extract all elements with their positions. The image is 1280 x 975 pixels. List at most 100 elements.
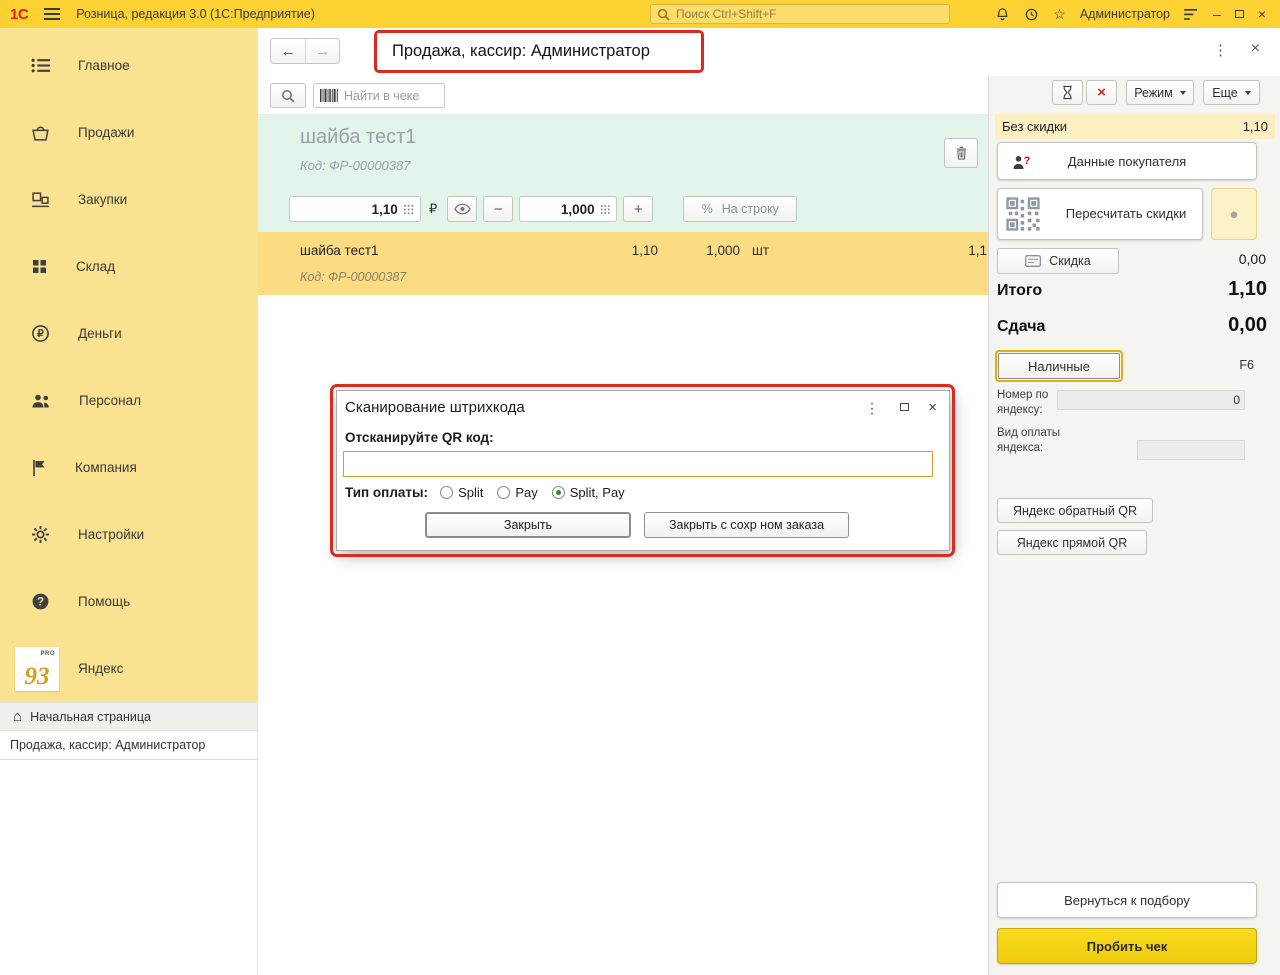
dialog-kebab-icon[interactable]: ⋮ [865,400,879,417]
find-in-receipt-input[interactable] [344,89,438,103]
home-page-tab[interactable]: ⌂ Начальная страница [0,702,257,731]
sidebar-item-yandex[interactable]: 93 PRO Яндекс [0,635,257,702]
yandex-number-input[interactable] [1057,390,1245,410]
sidebar-item-company[interactable]: Компания [0,434,257,501]
section-sidebar: Главное Продажи Закупки Склад ₽ Деньги П… [0,28,258,975]
cash-button-focus-ring: Наличные [995,350,1123,382]
change-value: 0,00 [1228,314,1267,337]
close-icon[interactable]: × [1258,7,1266,21]
main-section-icon [31,58,50,73]
payment-type-row: Тип оплаты: Split Pay Split, Pay [345,485,639,500]
notifications-bell-icon[interactable] [995,7,1010,22]
quantity-input[interactable] [526,202,594,217]
qr-code-input[interactable] [343,451,933,477]
quantity-field[interactable] [519,196,617,222]
total-label: Итого [997,282,1042,300]
form-close-icon[interactable]: × [1251,40,1260,58]
sidebar-item-label: Закупки [78,192,127,207]
open-form-tab-label: Продажа, кассир: Администратор [10,738,205,752]
sidebar-item-staff[interactable]: Персонал [0,367,257,434]
checkout-label: Пробить чек [1087,939,1168,954]
row-total: 1,1 [968,243,987,258]
dialog-close-icon[interactable]: × [928,399,937,416]
sidebar-item-settings[interactable]: Настройки [0,501,257,568]
sidebar-item-help[interactable]: ? Помощь [0,568,257,635]
service-menu-icon[interactable] [1184,9,1199,20]
price-input[interactable] [296,202,398,217]
minimize-icon[interactable]: – [1213,7,1221,21]
history-nav-group: ← → [270,38,340,64]
keypad-icon[interactable] [600,203,611,216]
dialog-maximize-icon[interactable] [900,403,909,411]
gear-icon [31,525,50,544]
yandex-direct-qr-label: Яндекс прямой QR [1017,536,1128,550]
global-search-input[interactable] [676,7,943,21]
home-page-label: Начальная страница [30,710,151,724]
product-code: Код: ФР-00000387 [300,158,410,173]
sidebar-item-sales[interactable]: Продажи [0,99,257,166]
yandex-number-label: Номер по яндексу: [997,388,1055,418]
circle-icon: ● [1229,206,1238,223]
maximize-icon[interactable] [1235,10,1244,18]
back-button[interactable]: ← [271,39,305,63]
wait-button[interactable] [1052,80,1083,105]
chevron-down-icon [1245,91,1251,95]
global-search[interactable] [650,4,950,24]
people-icon [31,393,51,409]
yandex-93pro-logo: 93 PRO [15,647,59,691]
keypad-icon[interactable] [403,203,414,216]
yandex-paytype-input[interactable] [1137,440,1245,460]
search-icon [657,8,670,21]
radio-selected-icon [552,486,565,499]
more-dropdown[interactable]: Еще [1203,80,1260,105]
main-menu-icon[interactable] [44,8,60,20]
cash-payment-button[interactable]: Наличные [998,353,1120,379]
sidebar-item-purchases[interactable]: Закупки [0,166,257,233]
find-in-receipt-field[interactable] [313,83,445,108]
quantity-increase-button[interactable]: + [623,196,653,222]
discount-button[interactable]: Скидка [997,248,1119,274]
sidebar-item-main[interactable]: Главное [0,32,257,99]
return-to-selection-button[interactable]: Вернуться к подбору [997,882,1257,918]
dialog-close-save-button[interactable]: Закрыть с сохр ном заказа [644,512,849,538]
product-name: шайба тест1 [300,126,416,149]
svg-text:₽: ₽ [37,328,44,340]
radio-split-pay[interactable]: Split, Pay [552,485,625,500]
dialog-close-button[interactable]: Закрыть [425,512,631,538]
radio-split[interactable]: Split [440,485,483,500]
line-discount-button[interactable]: % На строку [683,196,797,222]
radio-pay[interactable]: Pay [497,485,537,500]
receipt-table-row[interactable]: шайба тест1 1,10 1,000 шт 1,1 Код: ФР-00… [258,232,988,295]
quantity-decrease-button[interactable]: − [483,196,513,222]
open-form-tab[interactable]: Продажа, кассир: Администратор [0,731,257,760]
more-label: Еще [1212,86,1237,100]
barcode-icon [320,89,338,102]
recalculate-discounts-button[interactable]: Пересчитать скидки [997,188,1203,240]
svg-text:?: ? [1024,155,1031,167]
cancel-receipt-button[interactable]: × [1086,80,1117,105]
customer-data-button[interactable]: ? Данные покупателя [997,142,1257,180]
search-in-receipt-button[interactable] [270,83,306,108]
view-price-button[interactable] [447,196,477,222]
sidebar-item-warehouse[interactable]: Склад [0,233,257,300]
sidebar-item-label: Компания [75,460,137,475]
sidebar-item-label: Склад [76,259,115,274]
sidebar-item-money[interactable]: ₽ Деньги [0,300,257,367]
payment-panel: × Режим Еще Без скидки 1,10 ? Данные пок… [988,76,1280,975]
discount-card-icon [1025,255,1041,267]
row-unit: шт [752,243,769,258]
price-field[interactable] [289,196,421,222]
loyalty-status-button[interactable]: ● [1211,188,1257,240]
yandex-direct-qr-button[interactable]: Яндекс прямой QR [997,530,1147,555]
favorites-star-icon[interactable]: ☆ [1053,7,1066,21]
history-icon[interactable] [1024,7,1039,22]
checkout-button[interactable]: Пробить чек [997,928,1257,964]
form-more-kebab-icon[interactable]: ⋮ [1213,41,1228,59]
current-user-label[interactable]: Администратор [1080,7,1170,21]
mode-dropdown[interactable]: Режим [1126,80,1194,105]
delete-row-button[interactable] [944,138,978,168]
yandex-paytype-label: Вид оплаты яндекса: [997,426,1073,456]
yandex-back-qr-button[interactable]: Яндекс обратный QR [997,498,1153,523]
forward-button[interactable]: → [305,39,339,63]
dialog-title: Сканирование штрихкода [345,399,525,416]
